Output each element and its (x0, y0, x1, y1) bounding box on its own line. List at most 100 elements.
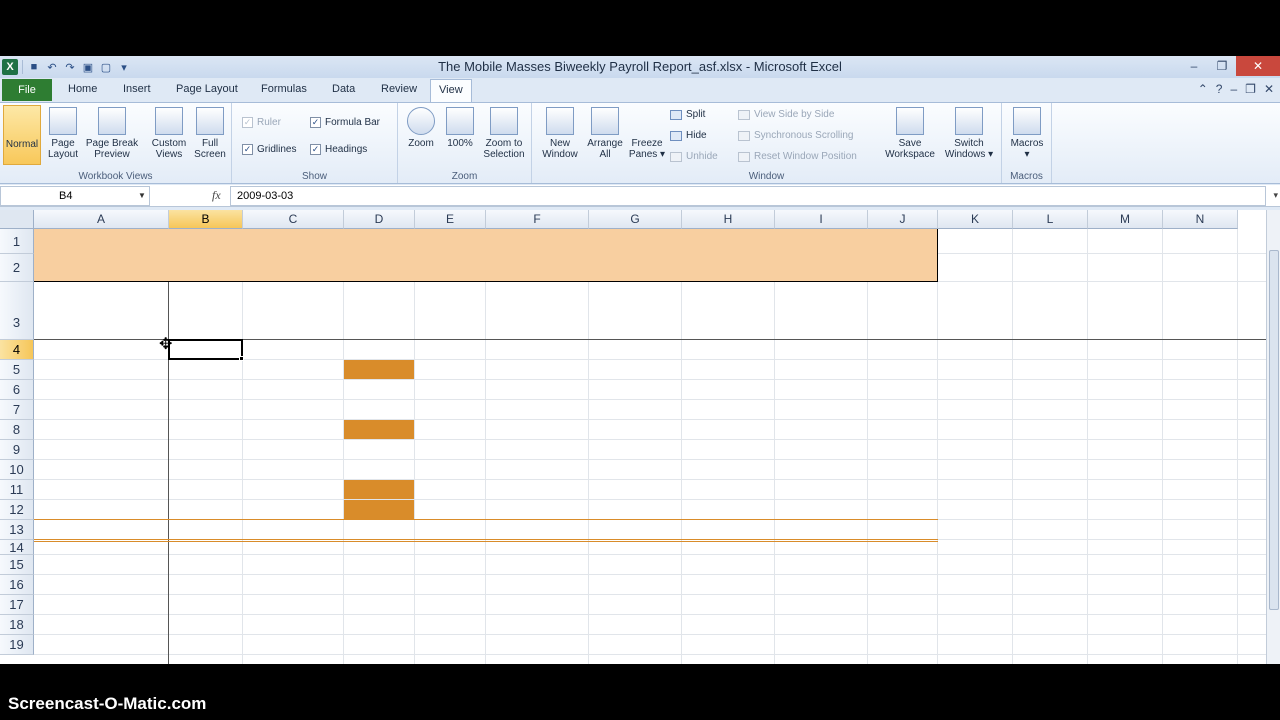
formula-tools: fx (152, 186, 230, 206)
scrollbar-thumb[interactable] (1269, 250, 1279, 610)
restore-icon[interactable]: ❐ (1208, 56, 1236, 76)
row-header-12[interactable]: 12 (0, 500, 34, 520)
hide-button[interactable]: Hide (670, 130, 707, 141)
row-header-10[interactable]: 10 (0, 460, 34, 480)
new-window-icon (546, 107, 574, 135)
name-box-dropdown-icon[interactable]: ▼ (138, 191, 146, 200)
freeze-panes-button[interactable]: Freeze Panes ▾ (626, 105, 668, 289)
zoom-to-selection-button[interactable]: Zoom to Selection (480, 105, 528, 160)
switch-windows-button[interactable]: Switch Windows ▾ (940, 105, 998, 160)
tab-home[interactable]: Home (68, 83, 97, 95)
worksheet-grid[interactable]: A B C D E F G H I J K L M N 1 2 3 4 5 6 7 8 9 10 11 12 13 14 15 16 17 1… (0, 210, 1266, 664)
arrange-all-button[interactable]: Arrange All (584, 105, 626, 160)
column-header-g[interactable]: G (589, 210, 682, 229)
column-header-m[interactable]: M (1088, 210, 1163, 229)
column-header-l[interactable]: L (1013, 210, 1088, 229)
full-screen-label-2: Screen (194, 149, 226, 160)
unhide-button[interactable]: Unhide (670, 151, 718, 162)
switch-windows-icon (955, 107, 983, 135)
headings-label: Headings (325, 144, 368, 155)
zoom-100-button[interactable]: 100% (442, 105, 478, 149)
row-header-1[interactable]: 1 (0, 229, 34, 254)
page-layout-view-button[interactable]: Page Layout (44, 105, 82, 160)
custom-views-button[interactable]: Custom Views (148, 105, 190, 160)
zoom-button[interactable]: Zoom (402, 105, 440, 149)
page-break-preview-button[interactable]: Page Break Preview (84, 105, 140, 160)
tab-formulas[interactable]: Formulas (261, 83, 307, 95)
row-header-15[interactable]: 15 (0, 555, 34, 575)
column-header-e[interactable]: E (415, 210, 486, 229)
row-header-17[interactable]: 17 (0, 595, 34, 615)
select-all-corner[interactable] (0, 210, 34, 229)
column-header-h[interactable]: H (682, 210, 775, 229)
row-header-13[interactable]: 13 (0, 520, 34, 540)
row-header-4[interactable]: 4 (0, 340, 34, 360)
row-header-6[interactable]: 6 (0, 380, 34, 400)
tab-file[interactable]: File (2, 79, 52, 101)
ribbon: Normal Page Layout Page Break Preview Cu… (0, 102, 1280, 290)
reset-window-position-button[interactable]: Reset Window Position (738, 151, 857, 162)
synchronous-scrolling-button[interactable]: Synchronous Scrolling (738, 130, 854, 141)
column-header-f[interactable]: F (486, 210, 589, 229)
full-screen-button[interactable]: Full Screen (191, 105, 229, 160)
tab-page-layout[interactable]: Page Layout (176, 83, 238, 95)
column-header-n[interactable]: N (1163, 210, 1238, 229)
minimize-icon[interactable]: – (1180, 56, 1208, 76)
vertical-scrollbar[interactable] (1266, 210, 1280, 664)
row-header-19[interactable]: 19 (0, 635, 34, 655)
unhide-label: Unhide (686, 151, 718, 162)
tab-data[interactable]: Data (332, 83, 355, 95)
fill-handle[interactable] (239, 356, 244, 361)
page-layout-label-1: Page (51, 138, 75, 149)
formula-bar-checkbox[interactable]: ✓ Formula Bar (310, 117, 380, 128)
minimize-ribbon-icon[interactable]: ⌃ (1198, 82, 1208, 96)
workbook-restore-icon[interactable]: ❐ (1245, 82, 1256, 96)
totals-bottom-border (34, 539, 938, 540)
row-header-2[interactable]: 2 (0, 254, 34, 282)
row-header-5[interactable]: 5 (0, 360, 34, 380)
macros-dropdown-icon: ▾ (1024, 149, 1030, 160)
row-header-3[interactable]: 3 (0, 282, 34, 340)
view-side-by-side-button[interactable]: View Side by Side (738, 109, 834, 120)
workbook-close-icon[interactable]: ✕ (1264, 82, 1274, 96)
tab-view[interactable]: View (430, 79, 472, 103)
row-header-8[interactable]: 8 (0, 420, 34, 440)
help-icon[interactable]: ? (1216, 82, 1223, 96)
hide-icon (670, 130, 682, 141)
checkbox-checked-icon: ✓ (310, 144, 321, 155)
column-header-d[interactable]: D (344, 210, 415, 229)
row-header-14[interactable]: 14 (0, 540, 34, 555)
column-header-i[interactable]: I (775, 210, 868, 229)
tab-insert[interactable]: Insert (123, 83, 151, 95)
ruler-checkbox[interactable]: ✓ Ruler (242, 117, 281, 128)
column-header-a[interactable]: A (34, 210, 169, 229)
insert-function-icon[interactable]: fx (212, 188, 221, 203)
macros-button[interactable]: Macros ▾ (1006, 105, 1048, 160)
column-header-j[interactable]: J (868, 210, 938, 229)
row-header-7[interactable]: 7 (0, 400, 34, 420)
row-header-9[interactable]: 9 (0, 440, 34, 460)
column-header-b[interactable]: B (169, 210, 243, 229)
column-header-k[interactable]: K (938, 210, 1013, 229)
headings-checkbox[interactable]: ✓ Headings (310, 144, 367, 155)
gridlines-checkbox[interactable]: ✓ Gridlines (242, 144, 296, 155)
totals-top-border (34, 519, 938, 520)
formula-input[interactable]: 2009-03-03 (230, 186, 1266, 206)
row-header-18[interactable]: 18 (0, 615, 34, 635)
row-header-16[interactable]: 16 (0, 575, 34, 595)
name-box[interactable]: B4 (0, 186, 150, 206)
close-icon[interactable]: ✕ (1236, 56, 1280, 76)
active-cell-b4[interactable] (168, 339, 243, 360)
gridline (485, 229, 486, 664)
split-button[interactable]: Split (670, 109, 705, 120)
save-workspace-icon (896, 107, 924, 135)
expand-formula-bar-icon[interactable]: ▾ (1273, 190, 1278, 201)
normal-view-button[interactable]: Normal (3, 105, 41, 290)
row-header-11[interactable]: 11 (0, 480, 34, 500)
save-workspace-button[interactable]: Save Workspace (880, 105, 940, 160)
column-header-c[interactable]: C (243, 210, 344, 229)
tab-review[interactable]: Review (381, 83, 417, 95)
new-window-button[interactable]: New Window (536, 105, 584, 160)
workbook-minimize-icon[interactable]: – (1230, 82, 1237, 96)
zoom-100-icon (446, 107, 474, 135)
